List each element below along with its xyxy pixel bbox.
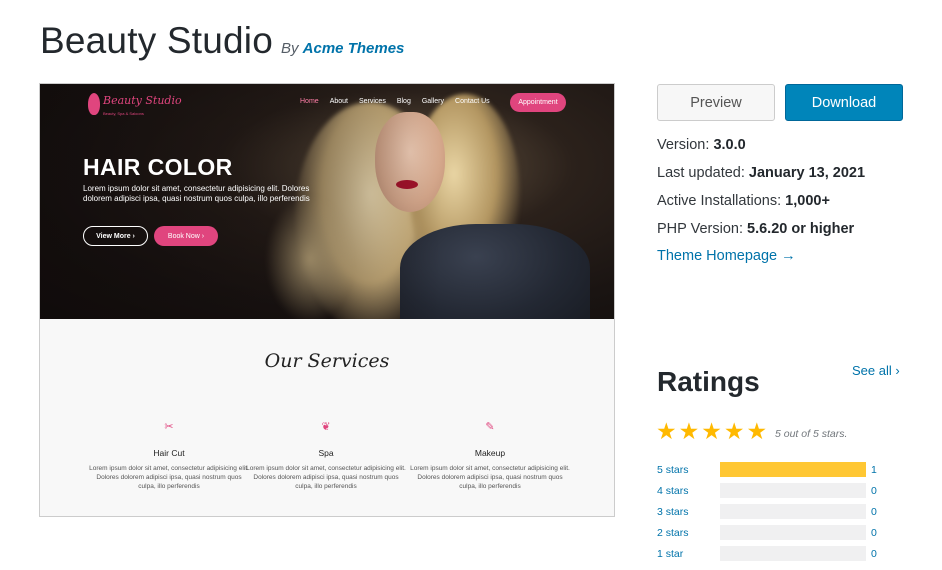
book-now-button: Book Now › <box>154 226 218 246</box>
rating-bar <box>720 462 866 477</box>
service-desc: Lorem ipsum dolor sit amet, consectetur … <box>410 465 570 490</box>
service-desc: Lorem ipsum dolor sit amet, consectetur … <box>89 465 249 490</box>
installs-label: Active Installations: <box>657 193 782 209</box>
nav-home: Home <box>300 98 319 105</box>
rating-count: 0 <box>871 506 877 518</box>
theme-title: Beauty Studio <box>40 20 273 61</box>
rating-label[interactable]: 3 stars <box>657 506 689 518</box>
star-icon: ★ <box>746 418 768 444</box>
rating-label[interactable]: 5 stars <box>657 464 689 476</box>
by-prefix: By <box>280 40 299 57</box>
author-line: By Acme Themes <box>281 40 404 57</box>
hero-text: Lorem ipsum dolor sit amet, consectetur … <box>83 184 310 203</box>
ratings-title: Ratings <box>657 366 760 397</box>
star-icon: ★ <box>656 418 677 444</box>
nav-services: Services <box>358 98 386 105</box>
rating-bar <box>720 504 866 519</box>
php-value: 5.6.20 or higher <box>747 221 855 237</box>
rating-bar <box>720 483 866 498</box>
last-updated-info: Last updated: January 13, 2021 <box>657 165 865 181</box>
theme-homepage-link[interactable]: Theme Homepage → <box>657 248 796 264</box>
service-hair-cut: ✂ Hair Cut Lorem ipsum dolor sit amet, c… <box>89 420 249 491</box>
stars-summary: 5 out of 5 stars. <box>775 428 848 440</box>
site-nav: Home About Services Blog Gallery Contact… <box>300 98 490 105</box>
star-rating: ★ ★ ★ ★ ★ <box>656 419 767 443</box>
theme-screenshot: Beauty Studio Beauty, Spa & Saloons Home… <box>39 83 615 517</box>
version-info: Version: 3.0.0 <box>657 137 746 153</box>
rating-row-1[interactable]: 1 star 0 <box>657 546 902 562</box>
hero-title: HAIR COLOR <box>83 154 233 180</box>
star-icon: ★ <box>701 418 722 444</box>
rating-count: 0 <box>871 548 877 560</box>
service-spa: ❦ Spa Lorem ipsum dolor sit amet, consec… <box>246 420 406 491</box>
download-button[interactable]: Download <box>785 84 903 121</box>
rating-count: 0 <box>871 485 877 497</box>
updated-label: Last updated: <box>657 165 745 181</box>
installs-value: 1,000+ <box>785 193 830 209</box>
php-label: PHP Version: <box>657 221 743 237</box>
updated-value: January 13, 2021 <box>748 165 866 181</box>
service-desc: Lorem ipsum dolor sit amet, consectetur … <box>246 465 406 490</box>
view-more-button: View More › <box>83 226 148 246</box>
rating-row-5[interactable]: 5 stars 1 <box>657 462 902 478</box>
scissors-icon: ✂ <box>164 421 174 433</box>
site-logo: Beauty Studio Beauty, Spa & Saloons <box>88 91 182 116</box>
rating-bar <box>720 546 866 561</box>
rating-label[interactable]: 4 stars <box>657 485 689 497</box>
services-title: Our Services <box>264 350 390 372</box>
see-all-link[interactable]: See all › <box>852 363 900 378</box>
service-name: Hair Cut <box>153 448 185 458</box>
php-info: PHP Version: 5.6.20 or higher <box>657 221 854 237</box>
hero-image: Beauty Studio Beauty, Spa & Saloons Home… <box>40 84 614 319</box>
rating-label[interactable]: 1 star <box>657 548 683 560</box>
rating-row-3[interactable]: 3 stars 0 <box>657 504 902 520</box>
preview-button[interactable]: Preview <box>657 84 775 121</box>
version-value: 3.0.0 <box>713 137 746 153</box>
nav-contact: Contact Us <box>455 98 490 105</box>
rating-row-2[interactable]: 2 stars 0 <box>657 525 902 541</box>
author-link[interactable]: Acme Themes <box>303 40 405 57</box>
appointment-button: Appointment <box>510 93 566 112</box>
logo-tagline: Beauty, Spa & Saloons <box>103 111 144 116</box>
rating-row-4[interactable]: 4 stars 0 <box>657 483 902 499</box>
service-makeup: ✎ Makeup Lorem ipsum dolor sit amet, con… <box>410 420 570 491</box>
brush-icon: ✎ <box>485 421 495 433</box>
logo-text: Beauty Studio <box>103 94 182 107</box>
nav-blog: Blog <box>396 98 411 105</box>
version-label: Version: <box>657 137 710 153</box>
service-name: Makeup <box>474 448 506 458</box>
service-name: Spa <box>318 448 334 458</box>
nav-gallery: Gallery <box>421 98 445 105</box>
star-icon: ★ <box>723 418 745 444</box>
rating-bar <box>720 525 866 540</box>
nav-about: About <box>329 98 348 105</box>
rating-count: 0 <box>871 527 877 539</box>
theme-header: Beauty Studio By Acme Themes <box>40 20 404 62</box>
rating-bar-fill <box>720 462 866 477</box>
rating-count: 1 <box>871 464 877 476</box>
installs-info: Active Installations: 1,000+ <box>657 193 830 209</box>
star-icon: ★ <box>678 418 700 444</box>
logo-icon <box>88 92 100 115</box>
leaf-icon: ❦ <box>321 421 331 433</box>
rating-label[interactable]: 2 stars <box>657 527 689 539</box>
